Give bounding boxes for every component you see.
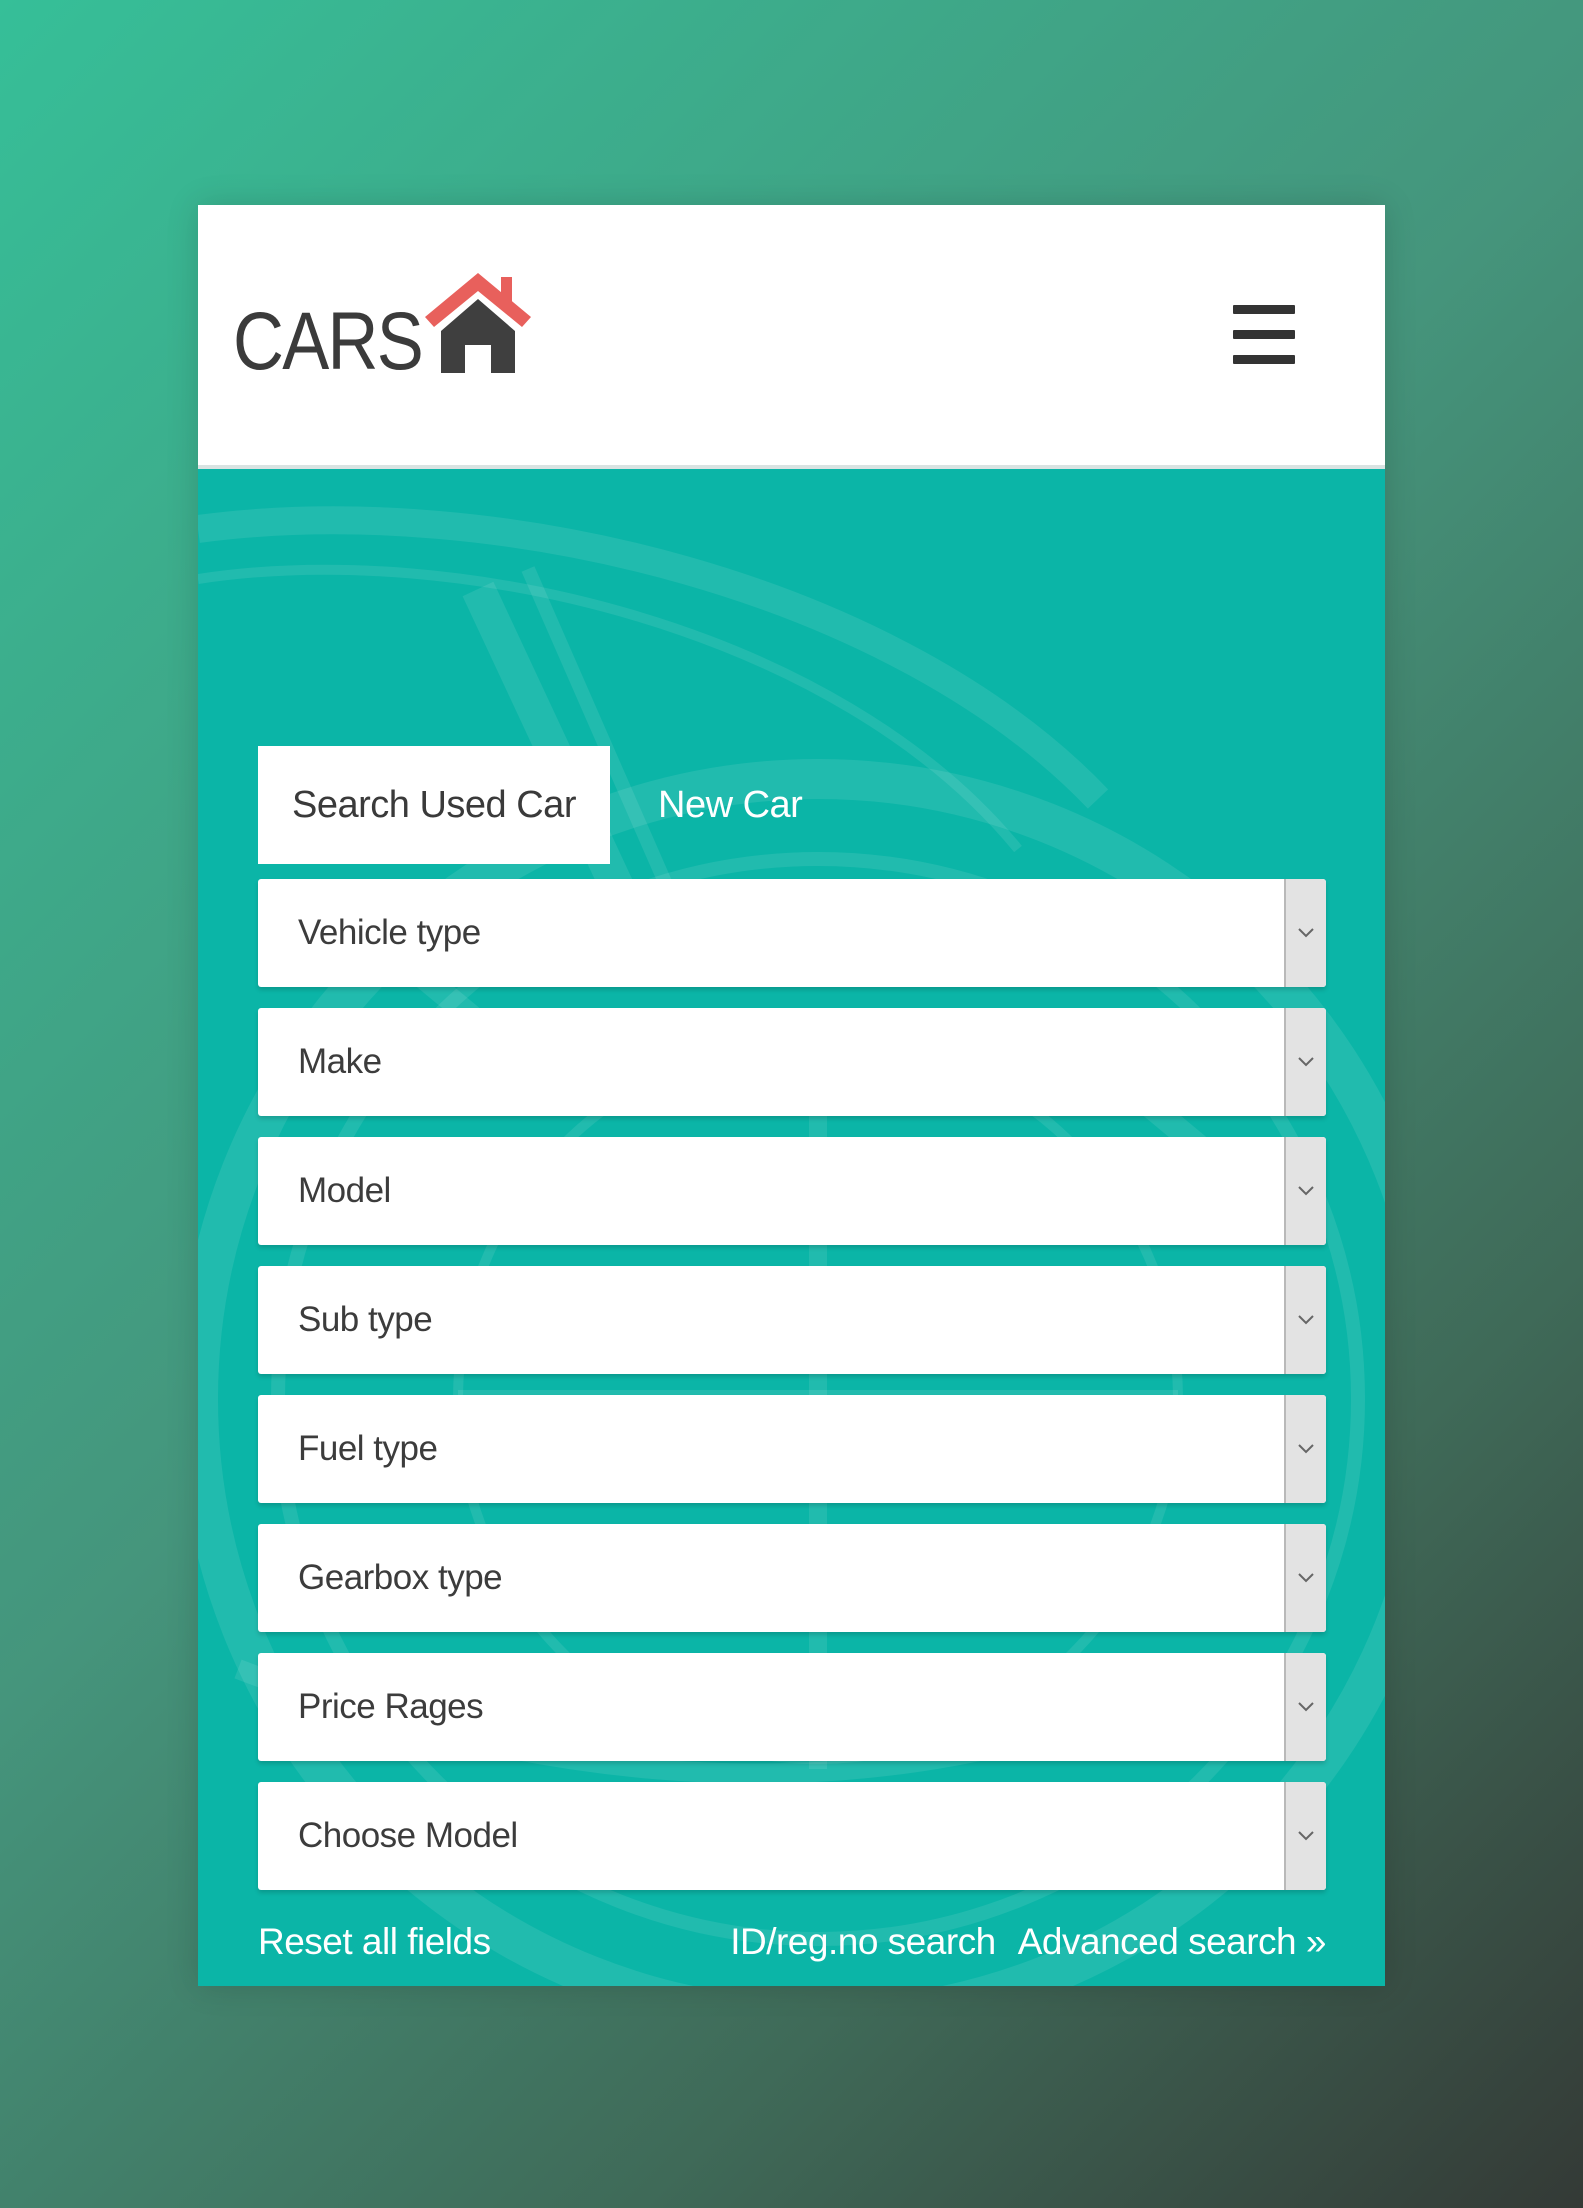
gearbox-type-select[interactable]: Gearbox type — [258, 1524, 1326, 1632]
chevron-down-icon[interactable] — [1284, 1008, 1326, 1116]
chevron-down-icon[interactable] — [1284, 879, 1326, 987]
choose-model-select[interactable]: Choose Model — [258, 1782, 1326, 1890]
model-select[interactable]: Model — [258, 1137, 1326, 1245]
select-label: Price Rages — [298, 1687, 484, 1726]
search-form: Vehicle type Make Model Sub type Fuel ty… — [258, 879, 1326, 1911]
search-footer-links: Reset all fields ID/reg.no search Advanc… — [258, 1921, 1327, 1971]
logo-text: CARS — [233, 296, 424, 387]
sub-type-select[interactable]: Sub type — [258, 1266, 1326, 1374]
search-tabs: Search Used Car New Car — [258, 746, 842, 864]
tab-new-car[interactable]: New Car — [610, 746, 842, 864]
make-select[interactable]: Make — [258, 1008, 1326, 1116]
app-screen: CARS Search Used Car New Car Vehicle typ… — [198, 205, 1385, 1986]
tab-search-used-car[interactable]: Search Used Car — [258, 746, 610, 864]
select-label: Vehicle type — [298, 913, 481, 952]
chevron-down-icon[interactable] — [1284, 1137, 1326, 1245]
logo[interactable]: CARS — [233, 273, 531, 387]
select-label: Choose Model — [298, 1816, 518, 1855]
chevron-down-icon[interactable] — [1284, 1524, 1326, 1632]
id-reg-search-link[interactable]: ID/reg.no search — [730, 1921, 996, 1963]
chevron-down-icon[interactable] — [1284, 1782, 1326, 1890]
select-label: Sub type — [298, 1300, 433, 1339]
select-label: Model — [298, 1171, 391, 1210]
select-label: Fuel type — [298, 1429, 438, 1468]
select-label: Gearbox type — [298, 1558, 503, 1597]
app-header: CARS — [198, 205, 1385, 469]
price-range-select[interactable]: Price Rages — [258, 1653, 1326, 1761]
advanced-search-link[interactable]: Advanced search » — [1018, 1921, 1327, 1963]
search-options-links: ID/reg.no search Advanced search » — [730, 1921, 1326, 1963]
vehicle-type-select[interactable]: Vehicle type — [258, 879, 1326, 987]
chevron-down-icon[interactable] — [1284, 1395, 1326, 1503]
fuel-type-select[interactable]: Fuel type — [258, 1395, 1326, 1503]
house-icon — [425, 273, 531, 373]
select-label: Make — [298, 1042, 382, 1081]
chevron-down-icon[interactable] — [1284, 1653, 1326, 1761]
chevron-down-icon[interactable] — [1284, 1266, 1326, 1374]
reset-all-fields-link[interactable]: Reset all fields — [258, 1921, 491, 1963]
hamburger-menu-icon[interactable] — [1233, 305, 1295, 364]
